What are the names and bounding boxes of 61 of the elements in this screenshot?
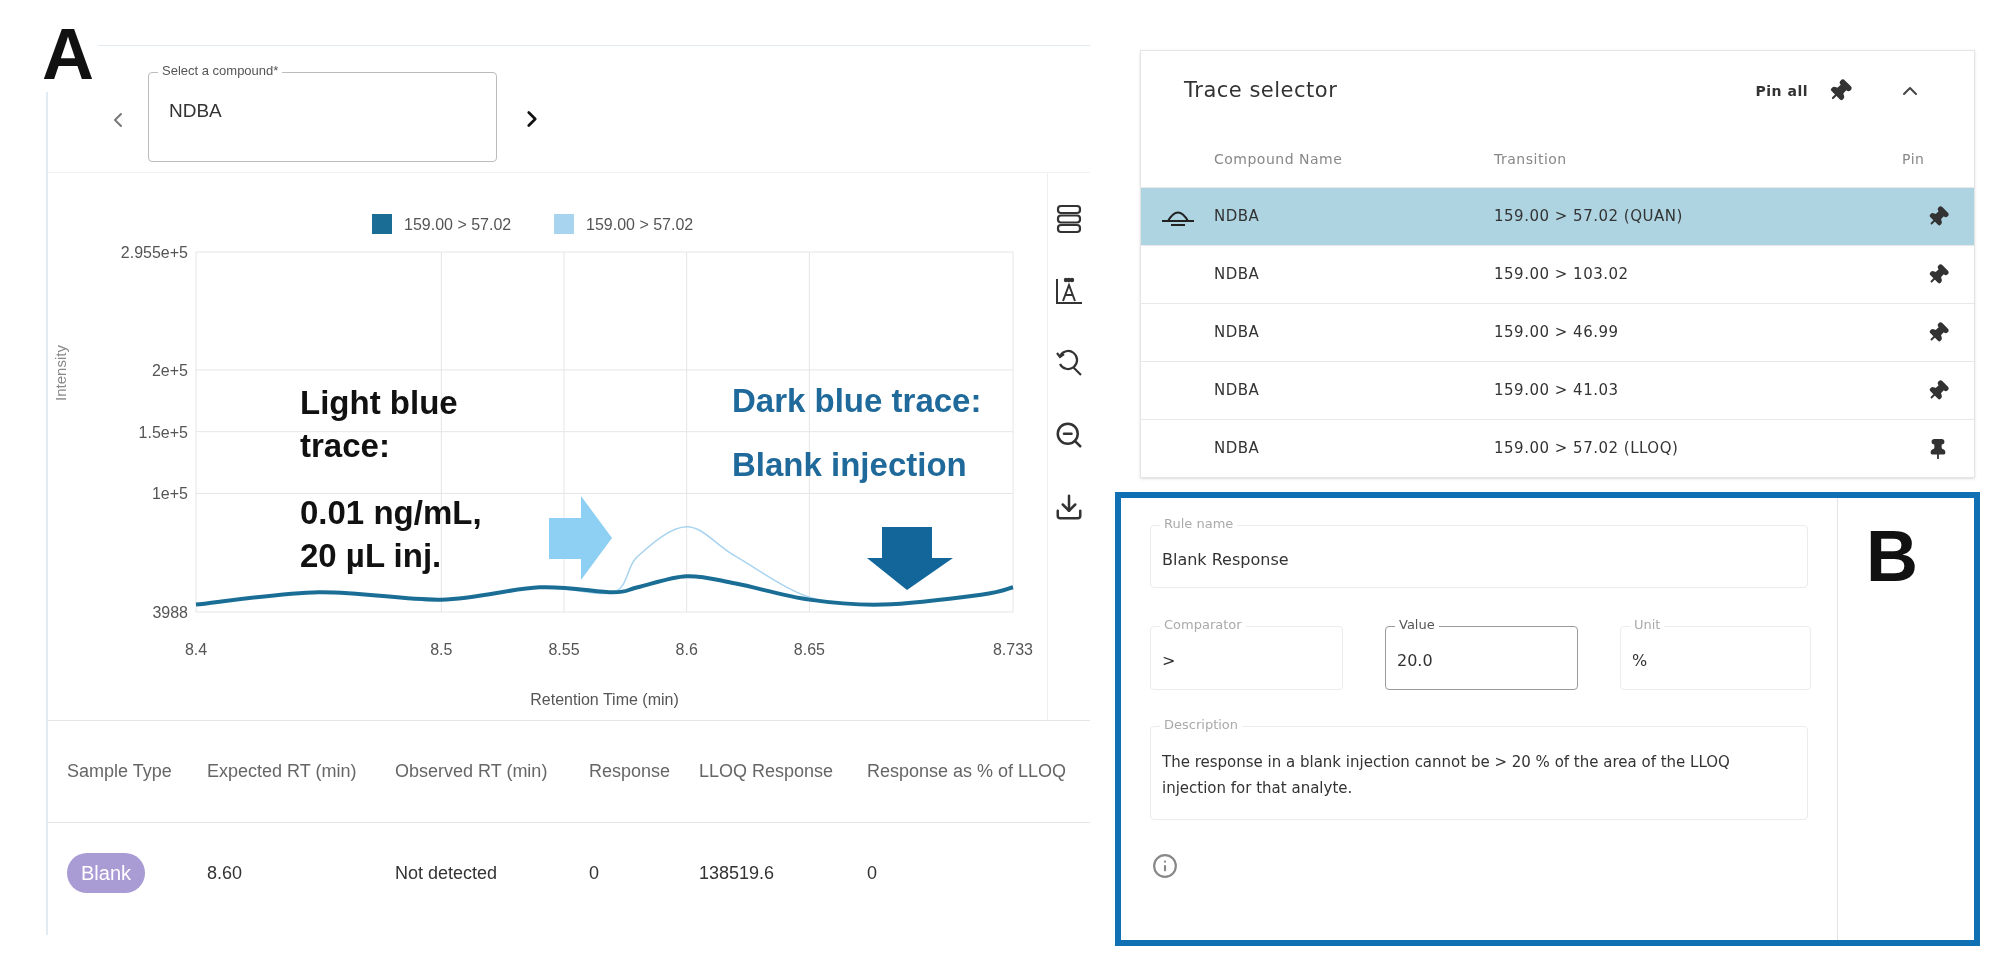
transition-text: 159.00 > 57.02 (LLOQ): [1494, 439, 1679, 458]
transition-text: 159.00 > 46.99: [1494, 323, 1619, 342]
transition-text: 159.00 > 103.02: [1494, 265, 1629, 284]
compound-name: NDBA: [1214, 207, 1260, 226]
y-tick-label: 1e+5: [151, 485, 188, 503]
annotation-text: Blank injection: [732, 445, 968, 485]
y-tick-label: 1.5e+5: [138, 423, 188, 441]
column-header: Sample Type: [67, 761, 172, 781]
y-tick-label: 3988: [152, 604, 188, 621]
column-header: Transition: [1494, 150, 1567, 167]
down-arrow-icon: [867, 527, 953, 590]
compound-name: NDBA: [1214, 381, 1260, 400]
x-tick-label: 8.733: [993, 641, 1033, 658]
stacked-rows-icon[interactable]: [1056, 204, 1082, 234]
y-tick-label: 2.955e+5: [120, 244, 188, 261]
column-header: Compound Name: [1214, 150, 1343, 167]
trace-row[interactable]: NDBA 159.00 > 46.99: [1141, 303, 1974, 361]
column-header: Response as % of LLOQ: [867, 761, 1067, 781]
sample-type-badge: Blank: [67, 853, 146, 893]
download-icon[interactable]: [1054, 492, 1084, 522]
compound-name: NDBA: [1214, 439, 1260, 458]
x-tick-label: 8.55: [548, 641, 580, 658]
column-header: Observed RT (min): [395, 761, 548, 781]
field-label: Description: [1160, 716, 1243, 734]
trace-row[interactable]: NDBA 159.00 > 57.02 (LLOQ): [1141, 419, 1974, 477]
column-header: LLOQ Response: [699, 761, 834, 781]
column-header: Expected RT (min): [207, 761, 357, 781]
transition-text: 159.00 > 57.02 (QUAN): [1494, 207, 1683, 226]
annotation-title: Light blue trace:: [300, 383, 459, 466]
x-tick-label: 8.5: [430, 641, 453, 658]
column-header: Response: [589, 761, 671, 781]
peak-label-icon[interactable]: [1054, 276, 1084, 306]
trace-row[interactable]: NDBA 159.00 > 57.02 (QUAN): [1141, 187, 1974, 245]
column-header: Pin: [1902, 150, 1925, 167]
y-tick-label: 2e+5: [151, 361, 188, 379]
y-axis-title: Intensity: [52, 345, 69, 401]
table-cell: 8.60: [207, 862, 243, 883]
x-tick-label: 8.65: [793, 641, 825, 658]
pin-all-button[interactable]: Pin all: [1755, 80, 1808, 102]
legend-label: 159.00 > 57.02: [404, 216, 512, 233]
table-cell: 0: [867, 862, 877, 883]
panel-label: B: [1866, 516, 1918, 596]
compound-name: NDBA: [1214, 265, 1260, 284]
table-cell: Not detected: [395, 862, 498, 883]
table-cell: 0: [589, 862, 599, 883]
zoom-out-icon[interactable]: [1054, 420, 1084, 450]
x-tick-label: 8.6: [675, 641, 698, 658]
trace-row[interactable]: NDBA 159.00 > 41.03: [1141, 361, 1974, 419]
legend-label: 159.00 > 57.02: [586, 216, 694, 233]
trace-row[interactable]: NDBA 159.00 > 103.02: [1141, 245, 1974, 303]
right-arrow-icon: [549, 496, 612, 580]
compound-name: NDBA: [1214, 323, 1260, 342]
table-cell: 138519.6: [699, 862, 775, 883]
x-axis-title: Retention Time (min): [530, 691, 679, 708]
card-title: Trace selector: [1184, 77, 1339, 105]
annotation-text: 0.01 ng/mL, 20 µL inj.: [300, 493, 483, 576]
zoom-reset-icon[interactable]: [1054, 348, 1084, 378]
info-icon[interactable]: [1152, 853, 1178, 879]
annotation-title: Dark blue trace:: [732, 381, 983, 421]
x-tick-label: 8.4: [184, 641, 208, 658]
transition-text: 159.00 > 41.03: [1494, 381, 1619, 400]
